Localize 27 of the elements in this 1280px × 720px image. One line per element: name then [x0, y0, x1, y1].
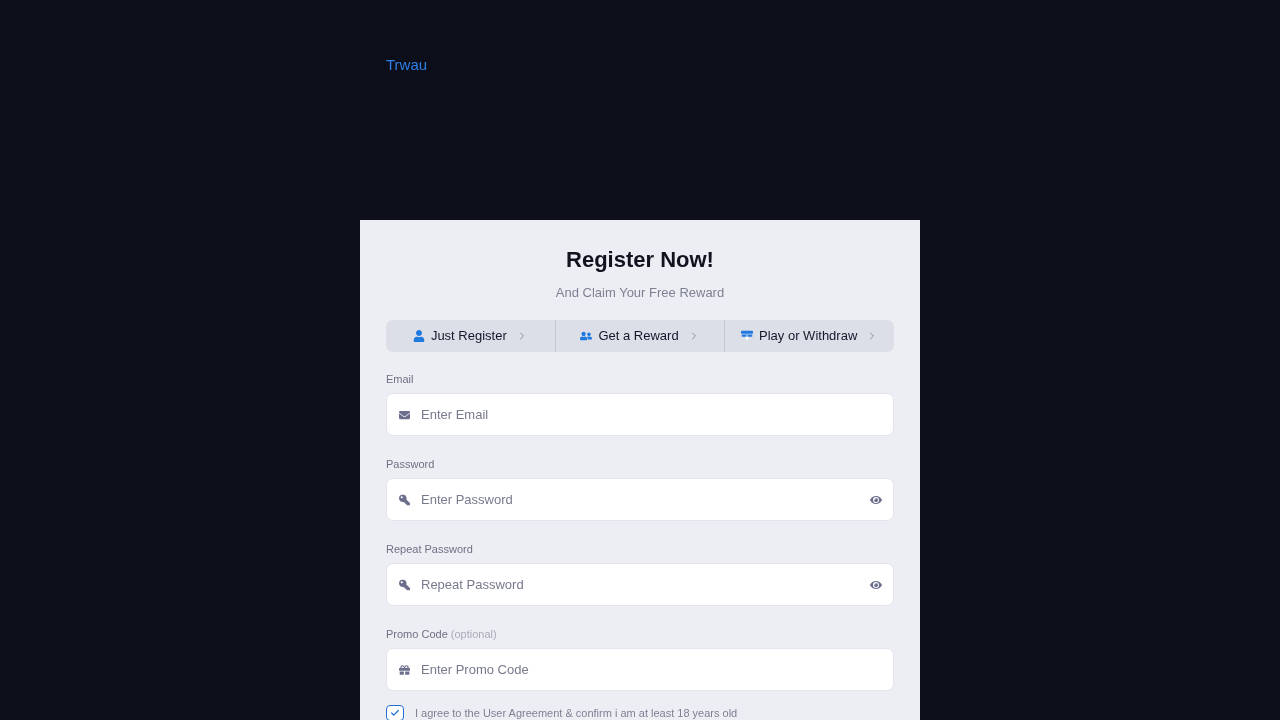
logo[interactable]: Trwau: [386, 56, 428, 73]
check-icon: [390, 708, 400, 718]
eye-icon[interactable]: [870, 493, 882, 506]
field-label: Promo Code: [386, 627, 448, 642]
envelope-icon: [399, 409, 410, 420]
input-field[interactable]: Enter Password: [386, 478, 894, 521]
field-label: Email: [386, 372, 414, 387]
agree-checkbox[interactable]: [386, 705, 404, 720]
download-card-icon: [741, 330, 754, 342]
input-field[interactable]: Enter Promo Code: [386, 648, 894, 691]
optional-note: (optional): [450, 627, 497, 642]
input-field[interactable]: Repeat Password: [386, 563, 894, 606]
input-field[interactable]: Enter Email: [386, 393, 894, 436]
step-label: Just Register: [430, 327, 507, 346]
step-label: Play or Withdraw: [759, 327, 858, 346]
field-label: Repeat Password: [386, 542, 473, 557]
field-label: Password: [386, 457, 435, 472]
key-icon: [399, 494, 410, 505]
people-icon: [580, 330, 593, 342]
key-icon: [399, 579, 410, 590]
agreement-label: I agree to the User Agreement & confirm i am at least 18 years old: [415, 706, 738, 720]
gift-icon: [399, 664, 410, 675]
person-icon: [412, 330, 425, 342]
form-title: Register Now!: [565, 246, 715, 274]
form-subtitle: And Claim Your Free Reward: [554, 284, 726, 302]
step-label: Get a Reward: [598, 327, 679, 346]
eye-icon[interactable]: [870, 578, 882, 591]
